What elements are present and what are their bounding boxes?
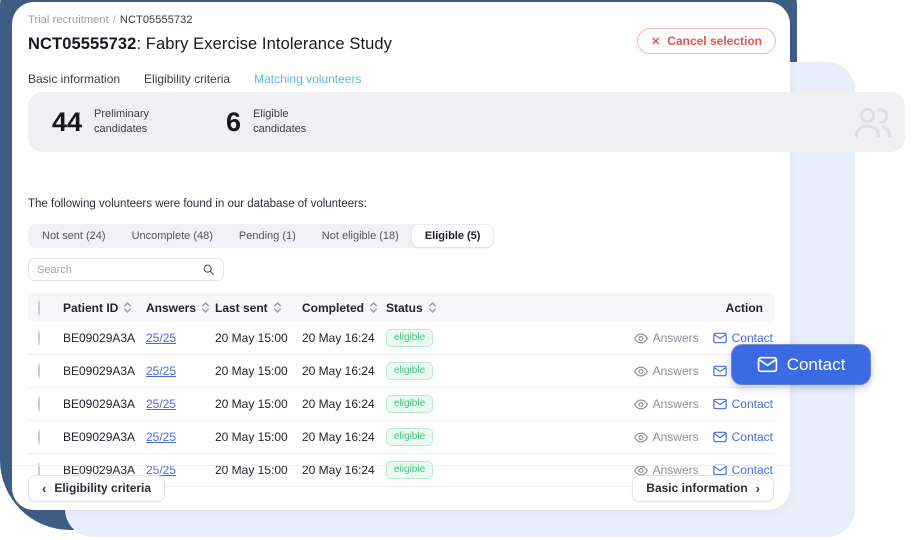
contact-overlay-label: Contact [787, 355, 846, 375]
sort-icon[interactable] [428, 301, 437, 314]
close-icon: ✕ [651, 35, 660, 48]
answers-count-link[interactable]: 25/25 [146, 331, 176, 345]
answers-count-link[interactable]: 25/25 [146, 364, 176, 378]
filter-not-sent[interactable]: Not sent (24) [29, 225, 119, 247]
contact-action[interactable]: Contact [713, 430, 773, 444]
contact-action-label: Contact [732, 331, 773, 345]
filter-pending[interactable]: Pending (1) [226, 225, 309, 247]
stat-eligible-candidates: 6 Eligible candidates [226, 107, 329, 138]
chevron-left-icon: ‹ [42, 481, 46, 496]
filter-eligible[interactable]: Eligible (5) [412, 225, 494, 247]
col-completed: Completed [302, 301, 364, 315]
volunteers-table: Patient ID Answers Last sent Completed S… [28, 293, 775, 487]
sort-icon[interactable] [369, 301, 378, 314]
cell-patient-id: BE09029A3A [63, 430, 146, 444]
sort-icon[interactable] [201, 301, 210, 314]
table-row: BE09029A3A 25/25 20 May 15:00 20 May 16:… [28, 421, 775, 454]
cell-last-sent: 20 May 15:00 [215, 331, 302, 345]
basic-information-next-button[interactable]: Basic information › [632, 475, 774, 502]
answers-count-link[interactable]: 25/25 [146, 397, 176, 411]
cell-last-sent: 20 May 15:00 [215, 397, 302, 411]
table-row: BE09029A3A 25/25 20 May 15:00 20 May 16:… [28, 355, 775, 388]
col-answers: Answers [146, 301, 196, 315]
table-row: BE09029A3A 25/25 20 May 15:00 20 May 16:… [28, 388, 775, 421]
users-icon [849, 100, 895, 144]
row-checkbox[interactable] [38, 429, 40, 445]
cancel-selection-label: Cancel selection [667, 34, 762, 48]
answers-action-label: Answers [653, 331, 699, 345]
search-input[interactable] [37, 264, 202, 276]
col-status: Status [386, 301, 423, 315]
stat-value: 44 [52, 107, 82, 138]
answers-action-label: Answers [653, 397, 699, 411]
row-checkbox[interactable] [38, 396, 40, 412]
page-title-id: NCT05555732 [28, 35, 136, 53]
cell-last-sent: 20 May 15:00 [215, 364, 302, 378]
answers-count-link[interactable]: 25/25 [146, 430, 176, 444]
intro-text: The following volunteers were found in o… [28, 198, 775, 210]
stat-label: Eligible candidates [253, 107, 329, 137]
contact-action-label: Contact [732, 430, 773, 444]
cell-patient-id: BE09029A3A [63, 397, 146, 411]
answers-action[interactable]: Answers [634, 430, 699, 444]
cell-last-sent: 20 May 15:00 [215, 430, 302, 444]
col-patient-id: Patient ID [63, 301, 118, 315]
breadcrumb: Trial recruitment / NCT05555732 [28, 14, 775, 26]
status-filter-group: Not sent (24) Uncomplete (48) Pending (1… [28, 224, 494, 248]
answers-action[interactable]: Answers [634, 397, 699, 411]
stat-value: 6 [226, 107, 241, 138]
status-badge: eligible [386, 428, 433, 446]
select-all-checkbox[interactable] [38, 300, 40, 316]
filter-uncomplete[interactable]: Uncomplete (48) [119, 225, 226, 247]
contact-action-label: Contact [732, 397, 773, 411]
row-checkbox[interactable] [38, 330, 40, 346]
cell-completed: 20 May 16:24 [302, 397, 386, 411]
card-footer: ‹ Eligibility criteria Basic information… [12, 465, 790, 510]
col-last-sent: Last sent [215, 301, 268, 315]
sort-icon[interactable] [123, 301, 132, 314]
page-title: NCT05555732: Fabry Exercise Intolerance … [28, 35, 392, 54]
table-row: BE09029A3A 25/25 20 May 15:00 20 May 16:… [28, 322, 775, 355]
answers-action[interactable]: Answers [634, 331, 699, 345]
main-card: Trial recruitment / NCT05555732 NCT0555573… [12, 2, 790, 510]
contact-action[interactable]: Contact [713, 397, 773, 411]
answers-action-label: Answers [653, 364, 699, 378]
stat-preliminary-candidates: 44 Preliminary candidates [52, 107, 170, 138]
col-action: Action [625, 301, 775, 315]
answers-action-label: Answers [653, 430, 699, 444]
cell-patient-id: BE09029A3A [63, 331, 146, 345]
stat-label: Preliminary candidates [94, 107, 170, 137]
contact-overlay-button[interactable]: Contact [732, 345, 870, 384]
search-box [28, 258, 224, 281]
page-title-rest: : Fabry Exercise Intolerance Study [136, 35, 392, 53]
status-badge: eligible [386, 395, 433, 413]
breadcrumb-current: NCT05555732 [120, 14, 193, 26]
cell-completed: 20 May 16:24 [302, 331, 386, 345]
back-button-label: Eligibility criteria [54, 481, 151, 495]
table-header-row: Patient ID Answers Last sent Completed S… [28, 293, 775, 322]
answers-action[interactable]: Answers [634, 364, 699, 378]
row-checkbox[interactable] [38, 363, 40, 379]
chevron-right-icon: › [756, 481, 760, 496]
status-badge: eligible [386, 362, 433, 380]
breadcrumb-separator: / [113, 14, 116, 26]
contact-action[interactable]: Contact [713, 331, 773, 345]
cancel-selection-button[interactable]: ✕ Cancel selection [637, 28, 776, 54]
filter-not-eligible[interactable]: Not eligible (18) [309, 225, 412, 247]
candidates-stats-bar: 44 Preliminary candidates 6 Eligible can… [28, 92, 905, 152]
search-icon [202, 263, 215, 276]
cell-completed: 20 May 16:24 [302, 364, 386, 378]
eligibility-criteria-back-button[interactable]: ‹ Eligibility criteria [28, 475, 165, 502]
next-button-label: Basic information [646, 481, 747, 495]
cell-patient-id: BE09029A3A [63, 364, 146, 378]
cell-completed: 20 May 16:24 [302, 430, 386, 444]
status-badge: eligible [386, 329, 433, 347]
breadcrumb-parent[interactable]: Trial recruitment [28, 14, 109, 26]
sort-icon[interactable] [273, 301, 282, 314]
page: Trial recruitment / NCT05555732 NCT0555573… [0, 0, 912, 540]
